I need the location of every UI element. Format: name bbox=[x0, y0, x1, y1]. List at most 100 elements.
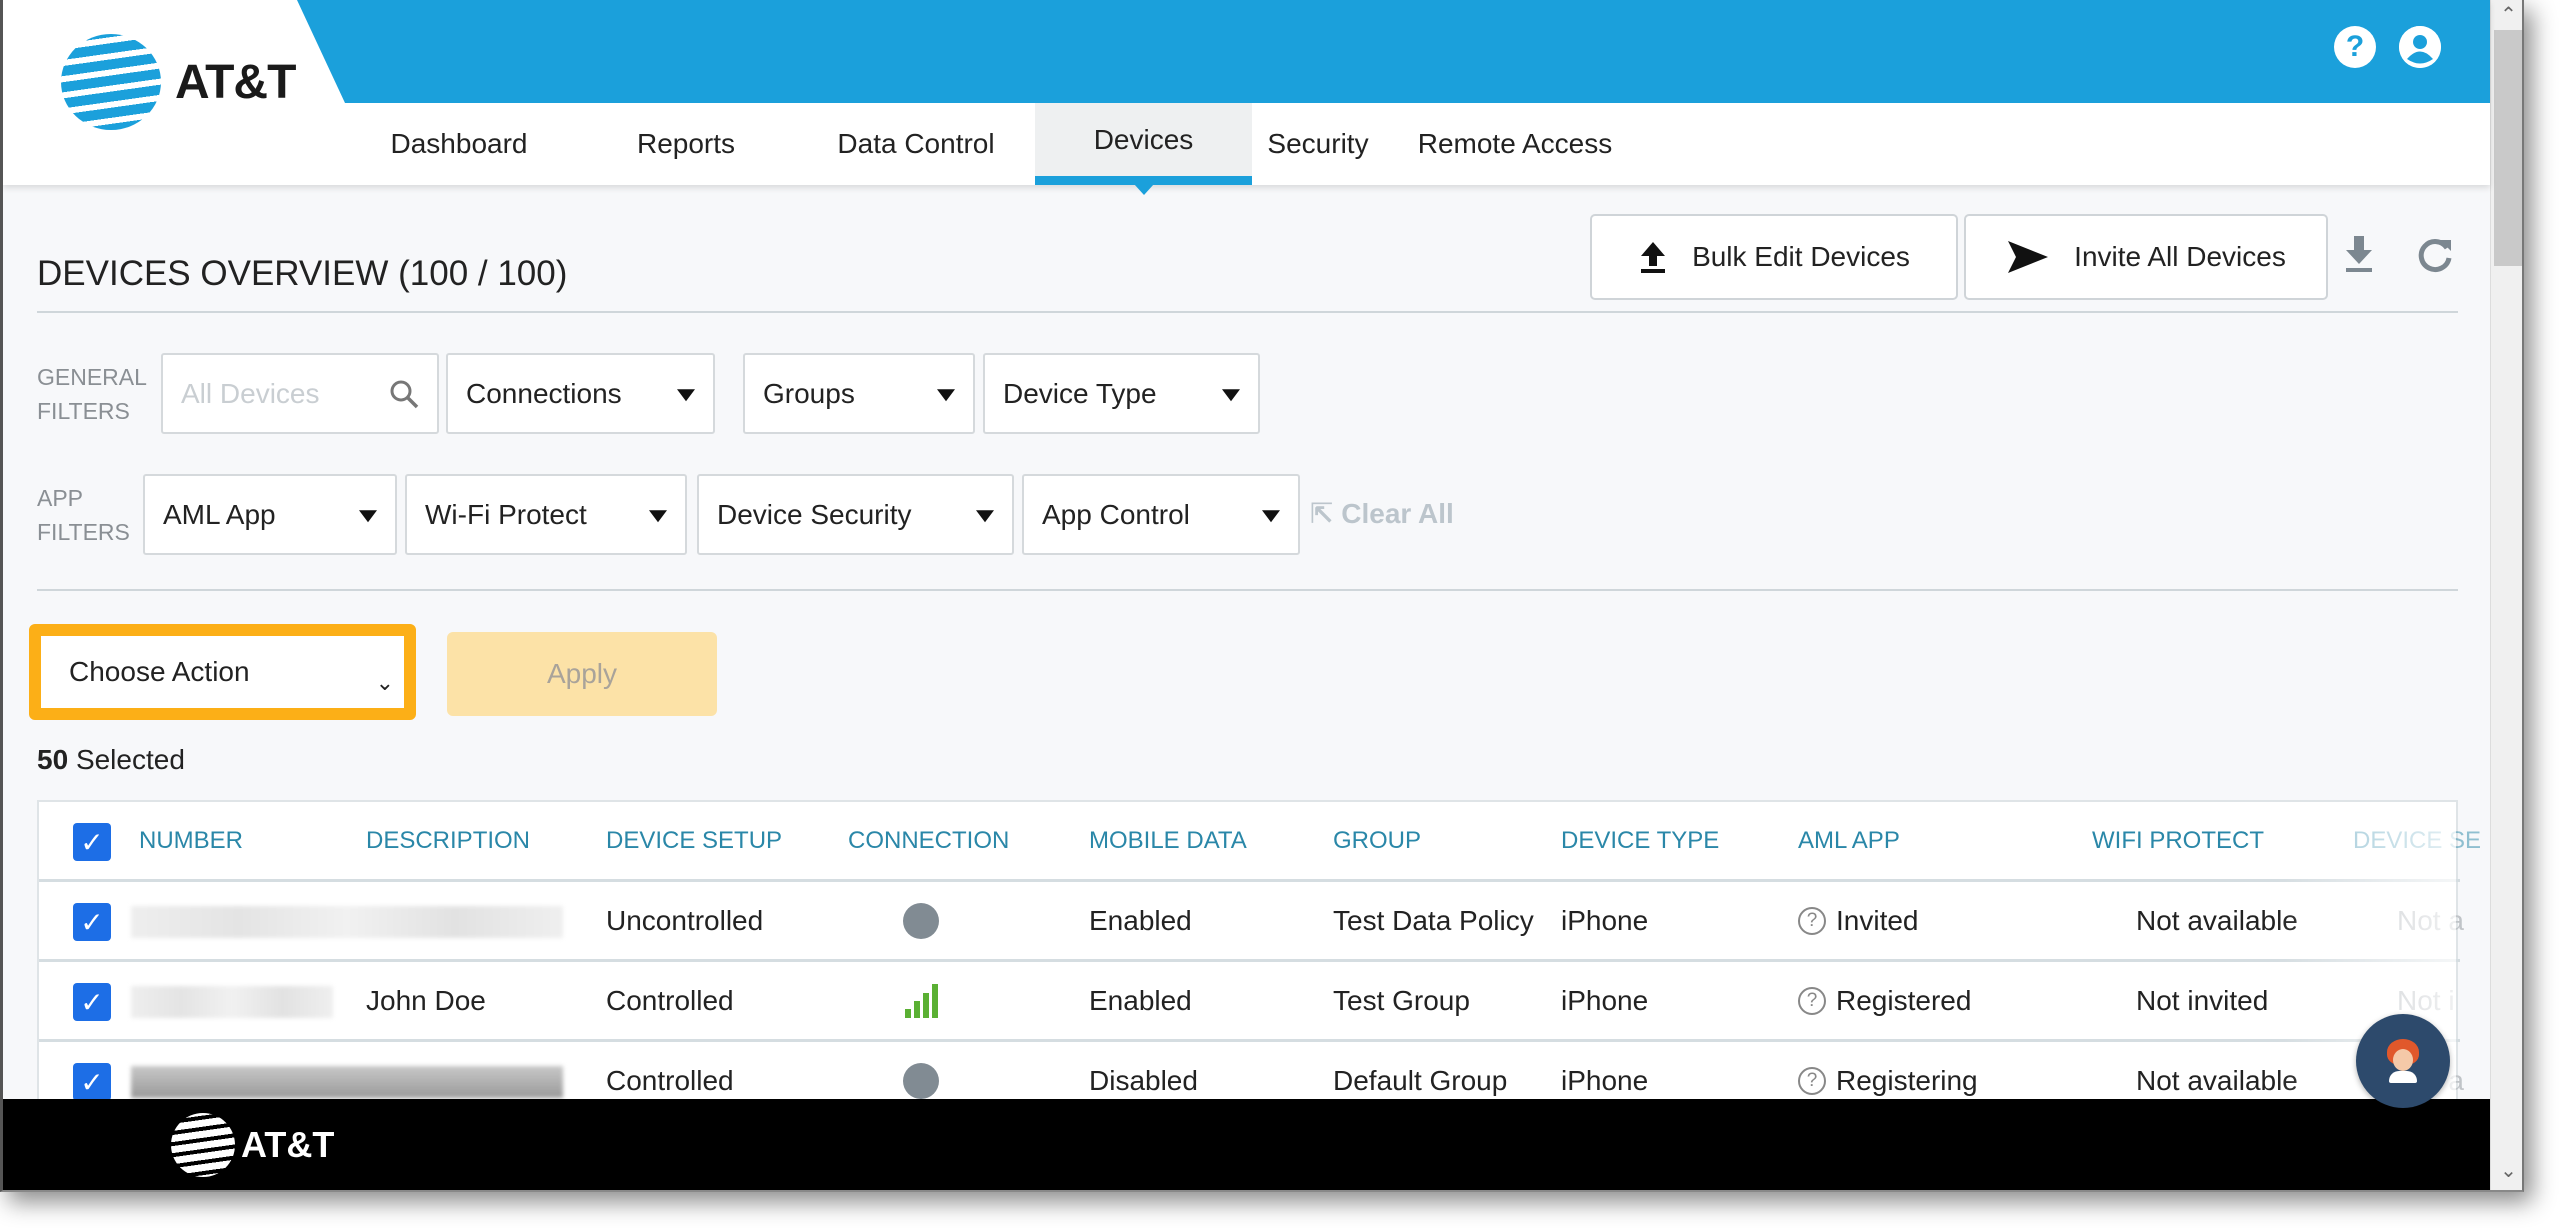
caret-down-icon bbox=[976, 509, 994, 522]
tab-remote-access[interactable]: Remote Access bbox=[1403, 103, 1627, 185]
group-value: Test Data Policy bbox=[1333, 905, 1534, 936]
device-setup-value: Controlled bbox=[606, 985, 734, 1016]
device-setup-value: Uncontrolled bbox=[606, 905, 764, 936]
tab-security[interactable]: Security bbox=[1252, 103, 1384, 185]
table-row[interactable]: ✓ Uncontrolled Enabled Test Data Policy … bbox=[39, 882, 2464, 962]
vertical-scrollbar[interactable]: ⌃ ⌄ bbox=[2490, 0, 2522, 1190]
scroll-up-arrow-icon[interactable]: ⌃ bbox=[2491, 2, 2522, 27]
wifi-protect-filter-dropdown[interactable]: Wi-Fi Protect bbox=[405, 474, 687, 555]
apply-button[interactable]: Apply bbox=[447, 632, 717, 716]
wifi-protect-value: Not available bbox=[2136, 905, 2298, 936]
column-header-number[interactable]: NUMBER bbox=[139, 802, 243, 880]
mobile-data-value: Enabled bbox=[1089, 905, 1192, 936]
assistant-avatar-icon bbox=[2385, 1039, 2421, 1083]
active-tab-caret bbox=[1133, 184, 1154, 195]
row-checkbox[interactable]: ✓ bbox=[73, 1063, 111, 1101]
download-icon[interactable] bbox=[2343, 234, 2375, 284]
row-checkbox[interactable]: ✓ bbox=[73, 903, 111, 941]
connection-status bbox=[905, 962, 938, 1040]
clear-all-filters-button[interactable]: ⇱ Clear All bbox=[1310, 497, 1454, 530]
device-type-filter-dropdown[interactable]: Device Type bbox=[983, 353, 1260, 434]
offline-dot-icon bbox=[903, 903, 939, 939]
browser-window: AT&T ? Dashboard Reports Data Control De… bbox=[0, 0, 2524, 1192]
title-divider bbox=[37, 311, 2458, 313]
bulk-edit-devices-button[interactable]: Bulk Edit Devices bbox=[1590, 214, 1958, 300]
scrollbar-thumb[interactable] bbox=[2494, 30, 2522, 266]
question-circle-icon: ? bbox=[1798, 907, 1826, 935]
caret-down-icon bbox=[1222, 388, 1240, 401]
clear-filter-icon: ⇱ bbox=[1310, 498, 1342, 529]
device-search-input[interactable]: All Devices bbox=[161, 353, 439, 434]
caret-down-icon bbox=[677, 388, 695, 401]
device-type-value: iPhone bbox=[1561, 985, 1649, 1016]
question-circle-icon: ? bbox=[1798, 1067, 1826, 1095]
device-security-filter-dropdown[interactable]: Device Security bbox=[697, 474, 1014, 555]
invite-all-devices-button[interactable]: Invite All Devices bbox=[1964, 214, 2328, 300]
select-all-checkbox[interactable]: ✓ bbox=[73, 823, 111, 861]
connection-status bbox=[903, 882, 939, 960]
refresh-icon[interactable] bbox=[2416, 236, 2454, 284]
connections-filter-dropdown[interactable]: Connections bbox=[446, 353, 715, 434]
app-control-filter-dropdown[interactable]: App Control bbox=[1022, 474, 1300, 555]
upload-icon bbox=[1641, 242, 1666, 273]
column-header-device-setup[interactable]: DEVICE SETUP bbox=[606, 802, 782, 880]
caret-down-icon bbox=[649, 509, 667, 522]
question-circle-icon: ? bbox=[1798, 987, 1826, 1015]
row-checkbox[interactable]: ✓ bbox=[73, 983, 111, 1021]
page-title: DEVICES OVERVIEW (100 / 100) bbox=[37, 254, 568, 293]
redacted-number bbox=[131, 906, 563, 938]
device-security-value: Not a bbox=[2397, 905, 2464, 936]
footer-logo: AT&T bbox=[171, 1113, 334, 1177]
filters-divider bbox=[37, 589, 2458, 591]
search-icon bbox=[390, 380, 419, 408]
chat-assistant-button[interactable] bbox=[2356, 1014, 2450, 1108]
att-globe-icon bbox=[171, 1113, 235, 1177]
page-footer: AT&T bbox=[3, 1099, 2490, 1190]
column-header-group[interactable]: GROUP bbox=[1333, 802, 1421, 880]
redacted-number bbox=[131, 1066, 563, 1098]
aml-app-status: ? Registered bbox=[1798, 962, 1971, 1040]
column-header-description[interactable]: DESCRIPTION bbox=[366, 802, 530, 880]
send-icon bbox=[2008, 241, 2049, 273]
user-account-icon[interactable] bbox=[2399, 26, 2441, 68]
description-value: John Doe bbox=[366, 985, 486, 1016]
column-header-mobile-data[interactable]: MOBILE DATA bbox=[1089, 802, 1247, 880]
app-header: AT&T ? Dashboard Reports Data Control De… bbox=[3, 0, 2490, 195]
table-header-row: ✓ NUMBER DESCRIPTION DEVICE SETUP CONNEC… bbox=[39, 802, 2481, 882]
column-header-connection[interactable]: CONNECTION bbox=[848, 802, 1009, 880]
aml-app-filter-dropdown[interactable]: AML App bbox=[143, 474, 397, 555]
help-icon[interactable]: ? bbox=[2334, 26, 2376, 68]
choose-action-select[interactable]: Choose Action ⌄ bbox=[29, 624, 416, 720]
column-header-aml-app[interactable]: AML APP bbox=[1798, 802, 1900, 880]
aml-app-status: ? Invited bbox=[1798, 882, 1919, 960]
brand-name: AT&T bbox=[175, 55, 296, 109]
column-header-device-type[interactable]: DEVICE TYPE bbox=[1561, 802, 1719, 880]
group-value: Test Group bbox=[1333, 985, 1470, 1016]
column-header-wifi-protect[interactable]: WIFI PROTECT bbox=[2092, 802, 2264, 880]
redacted-number bbox=[131, 986, 333, 1018]
tab-reports[interactable]: Reports bbox=[575, 103, 797, 185]
main-nav: Dashboard Reports Data Control Devices S… bbox=[3, 103, 2490, 195]
tab-dashboard[interactable]: Dashboard bbox=[343, 103, 575, 185]
search-placeholder: All Devices bbox=[181, 377, 320, 409]
caret-down-icon bbox=[937, 388, 955, 401]
mobile-data-value: Enabled bbox=[1089, 985, 1192, 1016]
wifi-protect-value: Not invited bbox=[2136, 985, 2269, 1016]
column-header-device-security[interactable]: DEVICE SE bbox=[2353, 802, 2481, 880]
tab-data-control[interactable]: Data Control bbox=[797, 103, 1035, 185]
offline-dot-icon bbox=[903, 1063, 939, 1099]
groups-filter-dropdown[interactable]: Groups bbox=[743, 353, 975, 434]
selected-count: 50 Selected bbox=[37, 744, 185, 775]
device-type-value: iPhone bbox=[1561, 905, 1649, 936]
caret-down-icon bbox=[1262, 509, 1280, 522]
table-row[interactable]: ✓ John Doe Controlled Enabled Test Group… bbox=[39, 962, 2460, 1042]
scroll-down-arrow-icon[interactable]: ⌄ bbox=[2491, 1158, 2522, 1183]
chevron-down-icon: ⌄ bbox=[375, 670, 394, 695]
signal-strength-icon bbox=[905, 984, 938, 1018]
tab-devices[interactable]: Devices bbox=[1035, 103, 1252, 195]
general-filters-label: GENERAL FILTERS bbox=[37, 364, 147, 424]
caret-down-icon bbox=[359, 509, 377, 522]
header-banner bbox=[297, 0, 2490, 103]
devices-table: ✓ NUMBER DESCRIPTION DEVICE SETUP CONNEC… bbox=[37, 800, 2481, 1130]
app-filters-label: APP FILTERS bbox=[37, 485, 130, 545]
